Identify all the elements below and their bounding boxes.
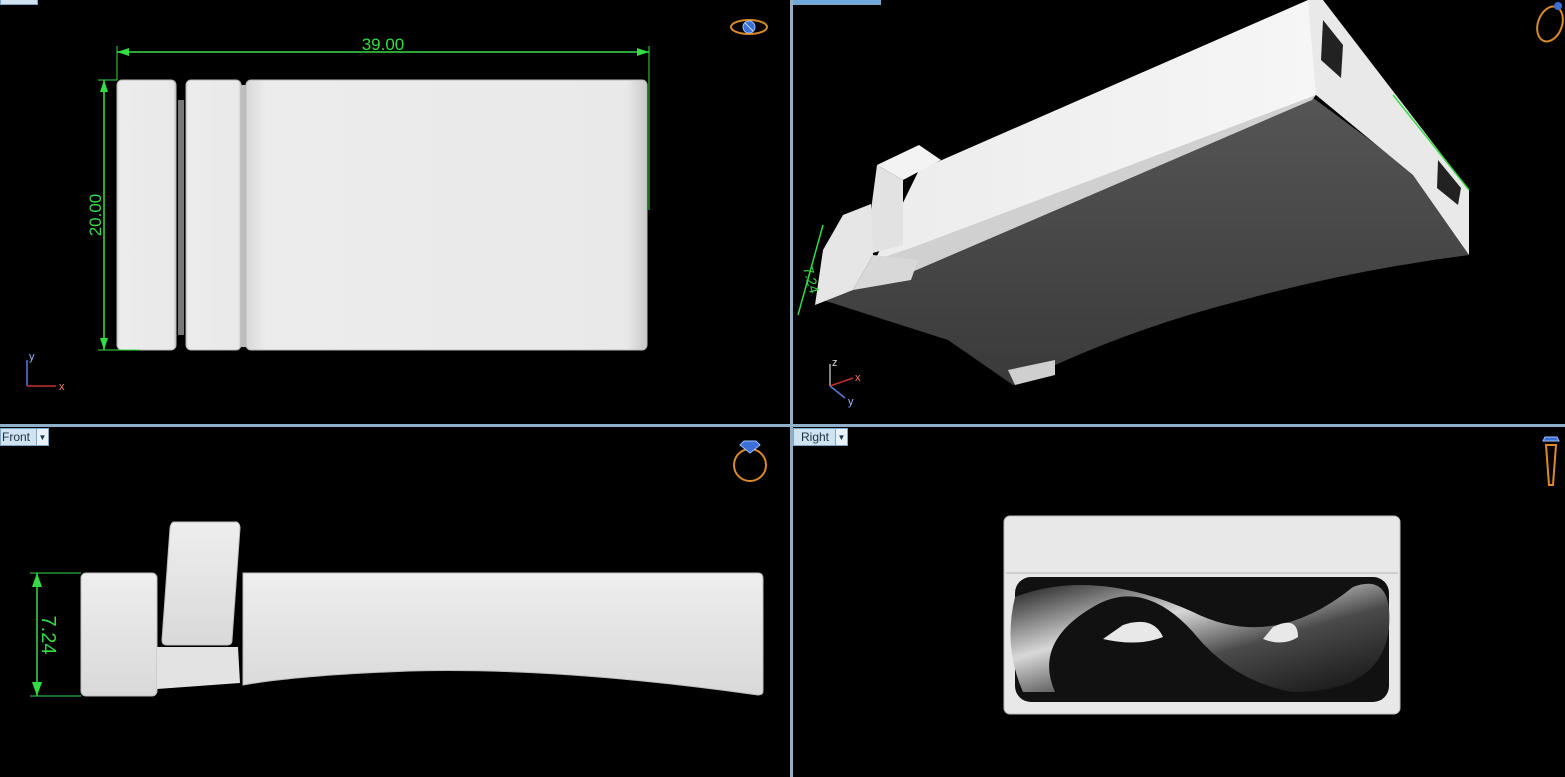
dimension-thickness-label: 7.24 [800, 265, 823, 296]
dimension-width-label: 39.00 [362, 35, 405, 54]
clasp-block-left [116, 79, 177, 351]
viewport-perspective[interactable]: 7.24 z x y [793, 0, 1565, 424]
svg-text:x: x [59, 381, 65, 393]
ring-perspective-icon[interactable] [1533, 2, 1565, 45]
ring-front-view-icon[interactable] [733, 440, 767, 482]
right-view-canvas[interactable] [793, 427, 1565, 777]
viewport-right[interactable]: Right ▼ [793, 427, 1565, 777]
clasp-block-left [80, 572, 158, 697]
clasp-hinge [157, 647, 240, 689]
clasp-block-middle [185, 79, 242, 351]
dimension-height-label: 20.00 [86, 194, 105, 237]
clasp-gap [178, 100, 184, 335]
ring-side-view-icon[interactable] [1542, 436, 1560, 486]
perspective-view-canvas[interactable]: 7.24 z x y [793, 0, 1565, 424]
viewport-divider-vertical[interactable] [790, 0, 793, 777]
viewport-front[interactable]: Front ▼ 7.24 [0, 427, 790, 777]
top-view-canvas[interactable]: 39.00 20.00 y x [0, 0, 790, 424]
band-front-face [242, 572, 764, 696]
axis-gizmo-perspective: z x y [829, 357, 861, 408]
svg-text:y: y [29, 351, 35, 363]
dimension-thickness-front[interactable]: 7.24 [30, 572, 81, 697]
dimension-thickness-front-label: 7.24 [37, 616, 59, 655]
svg-text:x: x [855, 372, 861, 384]
band-top-face [245, 79, 648, 351]
axis-gizmo-top: y x [26, 351, 65, 393]
viewport-top[interactable]: 39.00 20.00 y x [0, 0, 790, 424]
front-view-canvas[interactable]: 7.24 [0, 427, 790, 777]
clasp-lever [161, 521, 241, 646]
svg-text:y: y [848, 396, 854, 408]
viewport-divider-horizontal[interactable] [0, 424, 1565, 427]
ring-top-view-icon[interactable] [730, 19, 768, 35]
svg-text:z: z [832, 357, 838, 369]
